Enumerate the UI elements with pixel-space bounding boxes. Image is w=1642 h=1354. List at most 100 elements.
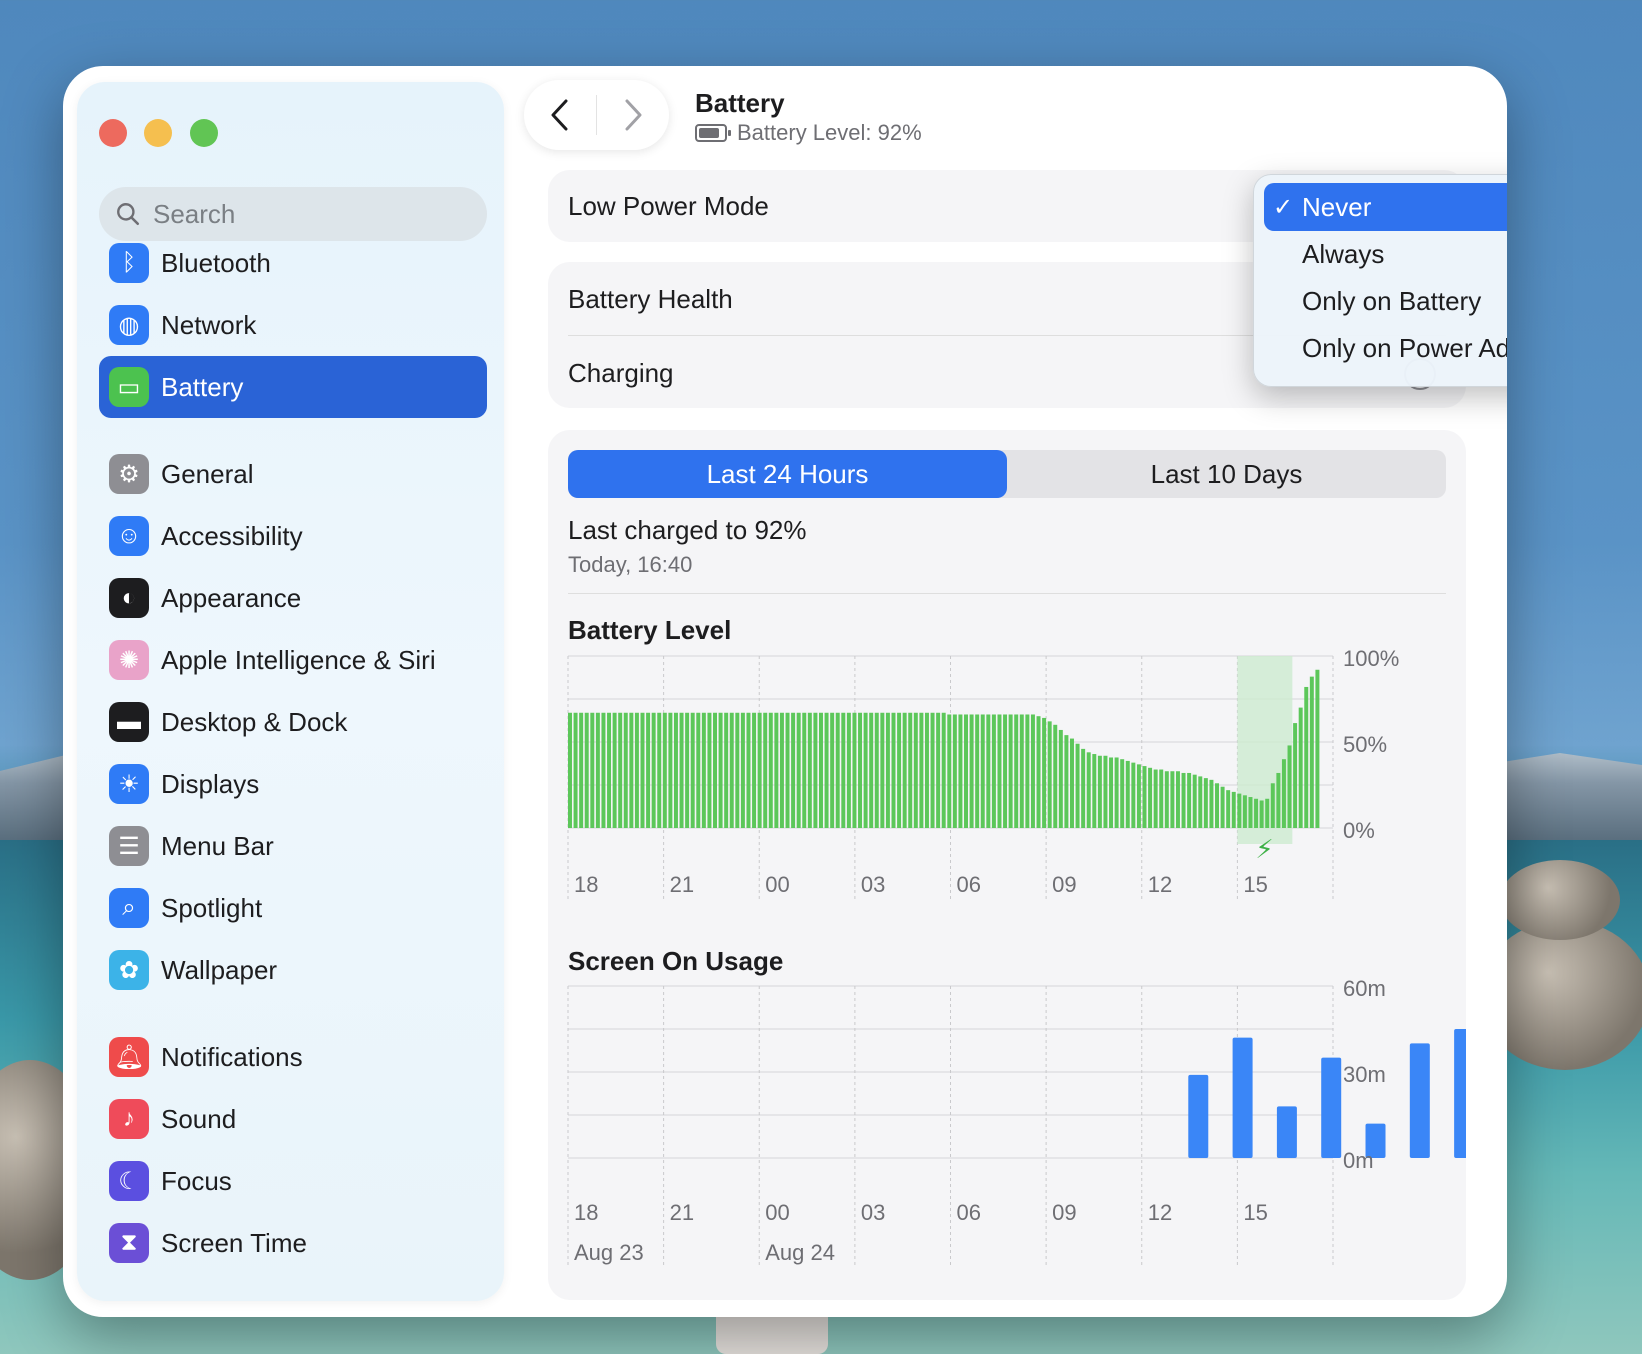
- usage-bar: [1321, 1057, 1342, 1158]
- battery-bar: [885, 712, 890, 828]
- sidebar-item-screen-time[interactable]: ⧗ Screen Time: [99, 1212, 487, 1274]
- globe-icon: ◍: [109, 305, 149, 345]
- battery-bar: [735, 712, 740, 828]
- sidebar-item-label: General: [161, 458, 254, 489]
- sidebar-item-appearance[interactable]: ◐ Appearance: [99, 567, 487, 629]
- appearance-icon: ◐: [109, 578, 149, 618]
- sidebar-item-bluetooth[interactable]: ᛒ Bluetooth: [99, 232, 487, 294]
- battery-bar: [952, 714, 957, 828]
- sidebar-item-general[interactable]: ⚙ General: [99, 443, 487, 505]
- battery-bar: [763, 712, 768, 828]
- usage-bar: [1232, 1037, 1253, 1158]
- sidebar-item-battery[interactable]: ▭ Battery: [99, 356, 487, 418]
- close-button[interactable]: [99, 119, 127, 147]
- battery-bar: [713, 712, 717, 828]
- system-settings-window: Search ᛒ Bluetooth ◍ Network ▭ Battery ⚙ Genera…: [63, 66, 1507, 1317]
- page-title: Battery: [695, 88, 785, 118]
- battery-bar: [846, 712, 851, 828]
- battery-bar: [601, 712, 606, 828]
- battery-bar: [1142, 766, 1147, 828]
- x-tick-label: 00: [765, 872, 789, 897]
- zoom-button[interactable]: [190, 119, 218, 147]
- usage-bar: [1454, 1029, 1466, 1158]
- x-tick-label: 15: [1243, 1200, 1267, 1225]
- battery-bar: [1053, 724, 1058, 828]
- battery-level-subtitle: Battery Level: 92%: [695, 120, 922, 146]
- battery-bar: [1265, 798, 1270, 828]
- battery-bar: [1215, 783, 1219, 828]
- battery-bar: [908, 712, 913, 828]
- battery-bar: [584, 712, 589, 828]
- sidebar-item-notifications[interactable]: 🔔︎ Notifications: [99, 1026, 487, 1088]
- sidebar-item-focus[interactable]: ☾ Focus: [99, 1150, 487, 1212]
- battery-bar: [919, 712, 924, 828]
- battery-bar: [618, 712, 623, 828]
- battery-bar: [646, 712, 651, 828]
- tab-last-10-days[interactable]: Last 10 Days: [1007, 450, 1446, 498]
- battery-bar: [768, 712, 773, 828]
- battery-bar: [1242, 795, 1247, 828]
- battery-bar: [757, 712, 762, 828]
- battery-bar: [1097, 755, 1102, 828]
- sidebar-item-desktop-dock[interactable]: ▬ Desktop & Dock: [99, 691, 487, 753]
- hourglass-icon: ⧗: [109, 1223, 149, 1263]
- gear-icon: ⚙: [109, 454, 149, 494]
- usage-card: Last 24 Hours Last 10 Days Last charged …: [548, 430, 1466, 1300]
- sidebar-item-menu-bar[interactable]: ☰ Menu Bar: [99, 815, 487, 877]
- sidebar-item-label: Screen Time: [161, 1227, 307, 1258]
- battery-icon: ▭: [109, 367, 149, 407]
- battery-bar: [958, 714, 963, 828]
- battery-bar: [662, 712, 667, 828]
- sidebar-item-accessibility[interactable]: ☺ Accessibility: [99, 505, 487, 567]
- charging-label[interactable]: Charging: [568, 358, 674, 389]
- chevron-right-icon: [625, 99, 642, 131]
- minimize-button[interactable]: [144, 119, 172, 147]
- battery-bar: [1042, 717, 1047, 828]
- wallpaper-rock: [1500, 860, 1620, 940]
- battery-bar: [802, 712, 807, 828]
- menu-item-always[interactable]: Always: [1264, 230, 1507, 278]
- x-tick-label: 06: [957, 1200, 981, 1225]
- y-tick-label: 30m: [1343, 1062, 1386, 1087]
- battery-bar: [607, 712, 612, 828]
- battery-bar: [785, 712, 790, 828]
- menu-item-never[interactable]: ✓ Never: [1264, 183, 1507, 231]
- forward-button[interactable]: [597, 80, 669, 150]
- battery-bar: [1003, 714, 1008, 828]
- sidebar-item-sound[interactable]: ♪ Sound: [99, 1088, 487, 1150]
- sidebar: Search ᛒ Bluetooth ◍ Network ▭ Battery ⚙ Genera…: [77, 82, 504, 1301]
- battery-bar: [930, 712, 935, 828]
- sidebar-item-label: Focus: [161, 1165, 232, 1196]
- battery-bar: [1159, 769, 1164, 828]
- sidebar-item-wallpaper[interactable]: ✿ Wallpaper: [99, 939, 487, 1001]
- menu-item-label: Only on Power Adapter: [1302, 332, 1507, 363]
- battery-bar: [612, 712, 617, 828]
- battery-bar: [690, 712, 695, 828]
- battery-bar: [1120, 759, 1125, 828]
- sidebar-item-spotlight[interactable]: ⌕ Spotlight: [99, 877, 487, 939]
- menu-item-only-on-battery[interactable]: Only on Battery: [1264, 277, 1507, 325]
- battery-bar: [1047, 721, 1052, 828]
- battery-bar: [1175, 771, 1180, 828]
- battery-bar: [707, 712, 712, 828]
- battery-bar: [869, 712, 874, 828]
- sidebar-item-network[interactable]: ◍ Network: [99, 294, 487, 356]
- sidebar-item-displays[interactable]: ☀ Displays: [99, 753, 487, 815]
- battery-bar: [975, 714, 980, 828]
- battery-bar: [897, 712, 902, 828]
- menu-item-only-on-power-adapter[interactable]: Only on Power Adapter: [1264, 324, 1507, 372]
- battery-bar: [835, 712, 840, 828]
- low-power-mode-menu: ✓ Never Always Only on Battery Only on P…: [1253, 174, 1507, 387]
- battery-health-label[interactable]: Battery Health: [568, 284, 733, 315]
- sidebar-item-apple-intelligence-siri[interactable]: ✺ Apple Intelligence & Siri: [99, 629, 487, 691]
- accessibility-icon: ☺: [109, 516, 149, 556]
- battery-bar: [796, 712, 801, 828]
- back-button[interactable]: [524, 80, 596, 150]
- battery-level-text: Battery Level: 92%: [737, 120, 922, 145]
- battery-bar: [1198, 776, 1203, 828]
- tab-last-24-hours[interactable]: Last 24 Hours: [568, 450, 1007, 498]
- battery-bar: [629, 712, 634, 828]
- battery-bar: [980, 714, 985, 828]
- battery-bar: [673, 712, 678, 828]
- date-label: Aug 24: [765, 1240, 835, 1265]
